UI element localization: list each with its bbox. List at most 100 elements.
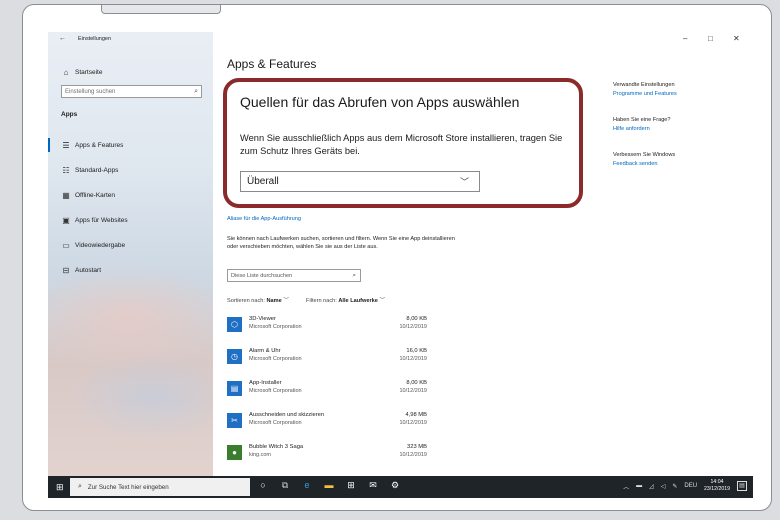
file-explorer-icon[interactable]: ▬ — [324, 480, 334, 491]
sidebar-item-label: Startseite — [75, 68, 103, 76]
app-date: 10/12/2019 — [399, 452, 427, 458]
clock-time: 14:04 — [710, 479, 724, 485]
sidebar-item-label: Videowiedergabe — [75, 241, 126, 249]
app-list-search-input[interactable]: Diese Liste durchsuchen ⌕ — [227, 269, 361, 282]
minimize-button[interactable]: – — [683, 34, 687, 43]
clock-date: 23/12/2019 — [704, 486, 730, 492]
chevron-down-icon: ﹀ — [459, 177, 469, 187]
list-item[interactable]: ▤ App-Installer Microsoft Corporation 8,… — [227, 378, 427, 406]
filter-value: Alle Laufwerke — [338, 298, 378, 304]
settings-screen: ← Einstellungen ⌂ Startseite Einstellung… — [48, 32, 753, 498]
sidebar-section-heading: Apps — [61, 111, 78, 118]
app-name: Ausschneiden und skizzieren — [249, 412, 325, 418]
app-date: 10/12/2019 — [399, 324, 427, 330]
sidebar-item-label: Standard-Apps — [75, 166, 119, 174]
wallpaper-glow-2 — [68, 352, 213, 442]
dropdown-value: Überall — [247, 176, 279, 187]
search-placeholder: Zur Suche Text hier eingeben — [87, 483, 169, 491]
app-publisher: Microsoft Corporation — [249, 388, 302, 394]
settings-gear-icon[interactable]: ⚙ — [390, 480, 400, 491]
mail-icon[interactable]: ✉ — [368, 480, 378, 491]
pen-icon[interactable]: ✎ — [672, 483, 677, 490]
app-size: 323 MB — [407, 444, 427, 450]
volume-icon[interactable]: ◁ — [661, 483, 666, 490]
search-icon: ⌕ — [194, 87, 198, 95]
taskbar: ⊞ ⌕ Zur Suche Text hier eingeben ○ ⧉ e ▬… — [48, 476, 753, 498]
sort-filter-row: Sortieren nach: Name ﹀ Filtern nach: All… — [227, 296, 385, 304]
frame-tab — [101, 5, 221, 14]
task-view-icon[interactable]: ⧉ — [280, 480, 290, 491]
app-name: Alarm & Uhr — [249, 348, 281, 354]
list-icon: ☰ — [62, 140, 70, 150]
apps-description: Sie können nach Laufwerken suchen, sorti… — [227, 236, 455, 250]
search-icon: ⌕ — [78, 483, 82, 490]
sidebar-item-label: Apps für Websites — [75, 216, 128, 224]
chevron-down-icon: ﹀ — [283, 298, 289, 304]
list-item[interactable]: ◷ Alarm & Uhr Microsoft Corporation 16,0… — [227, 346, 427, 374]
sidebar-item-label: Autostart — [75, 266, 102, 274]
sidebar-item-video-playback[interactable]: ▭ Videowiedergabe — [48, 235, 213, 255]
chevron-down-icon: ﹀ — [379, 298, 386, 304]
cortana-icon[interactable]: ○ — [258, 480, 268, 491]
filter-dropdown[interactable]: Filtern nach: Alle Laufwerke ﹀ — [306, 298, 385, 304]
app-name: App-Installer — [249, 380, 282, 386]
callout-description: Wenn Sie ausschließlich Apps aus dem Mic… — [240, 133, 563, 156]
network-icon[interactable]: ◿ — [649, 483, 654, 490]
notification-icon[interactable]: ▤ — [737, 481, 747, 491]
system-tray: ︿ ▬ ◿ ◁ ✎ DEU 14:04 23/12/2019 ▤ — [623, 479, 747, 493]
taskbar-apps: ○ ⧉ e ▬ ⊞ ✉ ⚙ — [258, 480, 400, 491]
filter-label: Filtern nach: — [306, 298, 337, 304]
app-name: 3D-Viewer — [249, 316, 276, 322]
app-size: 16,0 KB — [406, 348, 427, 354]
app-date: 10/12/2019 — [399, 356, 427, 362]
edge-icon[interactable]: e — [302, 480, 312, 491]
related-settings-panel: Verwandte Einstellungen Programme und Fe… — [613, 82, 743, 167]
sort-dropdown[interactable]: Sortieren nach: Name ﹀ — [227, 298, 289, 304]
video-icon: ▭ — [62, 240, 70, 250]
improve-heading: Verbessern Sie Windows — [613, 152, 676, 158]
sidebar-item-offline-maps[interactable]: ▦ Offline-Karten — [48, 185, 213, 205]
app-publisher: king.com — [249, 452, 272, 458]
sidebar-item-default-apps[interactable]: ☷ Standard-Apps — [48, 160, 213, 180]
package-icon: ▤ — [227, 381, 242, 396]
sidebar-item-label: Apps & Features — [75, 141, 124, 149]
window-title: Einstellungen — [78, 36, 112, 42]
clock[interactable]: 14:04 23/12/2019 — [704, 479, 730, 493]
clock-icon: ◷ — [227, 349, 242, 364]
sidebar-item-apps-features[interactable]: ☰ Apps & Features — [48, 135, 213, 155]
taskbar-search-input[interactable]: ⌕ Zur Suche Text hier eingeben — [70, 478, 250, 496]
maximize-button[interactable]: □ — [708, 34, 713, 43]
cube-icon: ⬡ — [227, 317, 242, 332]
sidebar: ← Einstellungen ⌂ Startseite Einstellung… — [48, 32, 213, 476]
home-icon: ⌂ — [63, 67, 69, 77]
search-placeholder: Diese Liste durchsuchen — [231, 272, 293, 279]
sidebar-item-home[interactable]: ⌂ Startseite — [48, 62, 213, 82]
app-publisher: Microsoft Corporation — [249, 324, 302, 330]
store-icon[interactable]: ⊞ — [346, 480, 356, 491]
app-name: Bubble Witch 3 Saga — [249, 444, 304, 450]
list-item[interactable]: ✂ Ausschneiden und skizzieren Microsoft … — [227, 410, 427, 438]
close-button[interactable]: ✕ — [733, 34, 740, 43]
feedback-link[interactable]: Feedback senden — [613, 161, 743, 167]
settings-search-input[interactable]: Einstellung suchen ⌕ — [61, 85, 202, 98]
back-arrow-icon[interactable]: ← — [59, 35, 66, 42]
app-source-callout: Quellen für das Abrufen von Apps auswähl… — [223, 78, 583, 208]
app-date: 10/12/2019 — [399, 420, 427, 426]
search-placeholder: Einstellung suchen — [65, 88, 116, 95]
website-icon: ▣ — [62, 215, 70, 225]
app-size: 8,00 KB — [406, 316, 427, 322]
sidebar-item-autostart[interactable]: ⊟ Autostart — [48, 260, 213, 280]
language-indicator[interactable]: DEU — [684, 483, 697, 489]
app-publisher: Microsoft Corporation — [249, 356, 302, 362]
app-source-dropdown[interactable]: Überall ﹀ — [240, 171, 480, 192]
question-heading: Haben Sie eine Frage? — [613, 117, 671, 123]
game-icon: ● — [227, 445, 242, 460]
windows-start-icon[interactable]: ⊞ — [56, 482, 64, 493]
list-item[interactable]: ● Bubble Witch 3 Saga king.com 323 MB 10… — [227, 442, 427, 470]
app-alias-link[interactable]: Aliase für die App-Ausführung — [227, 216, 301, 222]
sidebar-item-apps-for-websites[interactable]: ▣ Apps für Websites — [48, 210, 213, 230]
list-item[interactable]: ⬡ 3D-Viewer Microsoft Corporation 8,00 K… — [227, 314, 427, 342]
app-date: 10/12/2019 — [399, 388, 427, 394]
battery-icon[interactable]: ▬ — [636, 483, 642, 489]
chevron-up-icon[interactable]: ︿ — [623, 482, 629, 491]
